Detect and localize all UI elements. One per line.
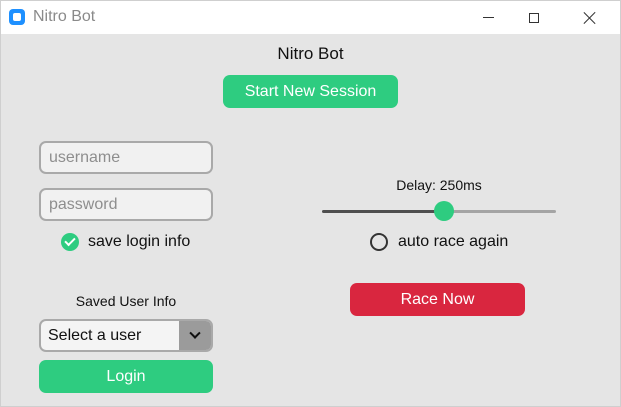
page-title: Nitro Bot <box>277 44 344 63</box>
race-now-button[interactable]: Race Now <box>350 283 525 316</box>
maximize-button[interactable] <box>511 1 557 34</box>
slider-thumb[interactable] <box>434 201 454 221</box>
login-button[interactable]: Login <box>39 360 213 393</box>
title-bar: Nitro Bot <box>1 1 620 34</box>
slider-track-filled <box>322 210 444 213</box>
username-input[interactable] <box>39 141 213 174</box>
maximize-icon <box>529 12 539 23</box>
user-select[interactable]: Select a user <box>39 319 213 352</box>
delay-label: Delay: 250ms <box>396 177 482 193</box>
password-input[interactable] <box>39 188 213 221</box>
slider-track <box>444 210 556 213</box>
chevron-down-icon <box>189 327 201 339</box>
window-title: Nitro Bot <box>33 8 96 25</box>
check-icon <box>61 233 79 251</box>
auto-race-radio[interactable]: auto race again <box>370 233 508 251</box>
minimize-icon <box>482 17 494 18</box>
start-new-session-button[interactable]: Start New Session <box>223 75 398 108</box>
auto-race-label: auto race again <box>398 233 509 250</box>
dropdown-button[interactable] <box>179 321 211 350</box>
delay-slider[interactable] <box>322 201 556 221</box>
save-login-checkbox[interactable]: save login info <box>61 233 190 251</box>
user-select-value: Select a user <box>48 327 142 344</box>
save-login-label: save login info <box>88 233 191 250</box>
minimize-button[interactable] <box>465 1 511 34</box>
radio-circle <box>370 233 388 251</box>
close-icon <box>583 11 597 25</box>
close-button[interactable] <box>567 1 613 34</box>
app-window: Nitro Bot Nitro Bot Start New Session sa… <box>0 0 621 407</box>
app-icon <box>9 9 25 25</box>
saved-user-label: Saved User Info <box>75 293 177 309</box>
